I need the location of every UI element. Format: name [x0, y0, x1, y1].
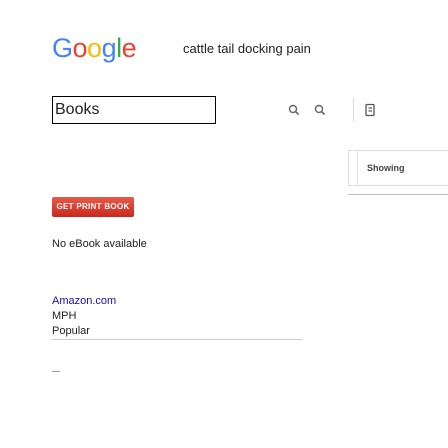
get-print-book-button[interactable]: GET PRINT BOOK	[52, 197, 134, 217]
retailer-link-popular[interactable]: Popular	[52, 324, 116, 339]
zoom-out-icon[interactable]	[310, 100, 330, 120]
toolbar-divider	[353, 98, 354, 122]
logo-letter: G	[52, 33, 73, 63]
search-input[interactable]: cattle tail docking pain	[176, 35, 336, 61]
showing-underline	[348, 194, 448, 195]
bookmark-icon[interactable]	[360, 100, 380, 120]
ebook-status: No eBook available	[52, 238, 147, 250]
logo-letter: o	[72, 33, 88, 63]
retailer-link-mph[interactable]: MPH	[52, 309, 116, 324]
retailer-link-amazon[interactable]: Amazon.com	[52, 294, 116, 309]
section-divider	[52, 339, 302, 340]
showing-label: Showing	[367, 163, 405, 173]
search-icon-glyph	[288, 104, 300, 116]
zoom-out-icon-glyph	[314, 104, 326, 116]
logo-letter: e	[121, 33, 137, 63]
tab-books[interactable]: Books	[52, 96, 216, 124]
google-logo[interactable]: Google	[52, 33, 137, 63]
panel-divider	[357, 151, 358, 185]
search-icon[interactable]	[284, 100, 304, 120]
showing-panel: Showing	[348, 150, 448, 186]
tab-books-label: Books	[55, 101, 100, 118]
logo-letter: g	[101, 33, 117, 63]
section-divider-short	[52, 371, 60, 372]
logo-letter: o	[87, 33, 102, 63]
retailer-list: Amazon.com MPH Popular	[52, 294, 116, 339]
bookmark-icon-glyph	[365, 103, 375, 117]
